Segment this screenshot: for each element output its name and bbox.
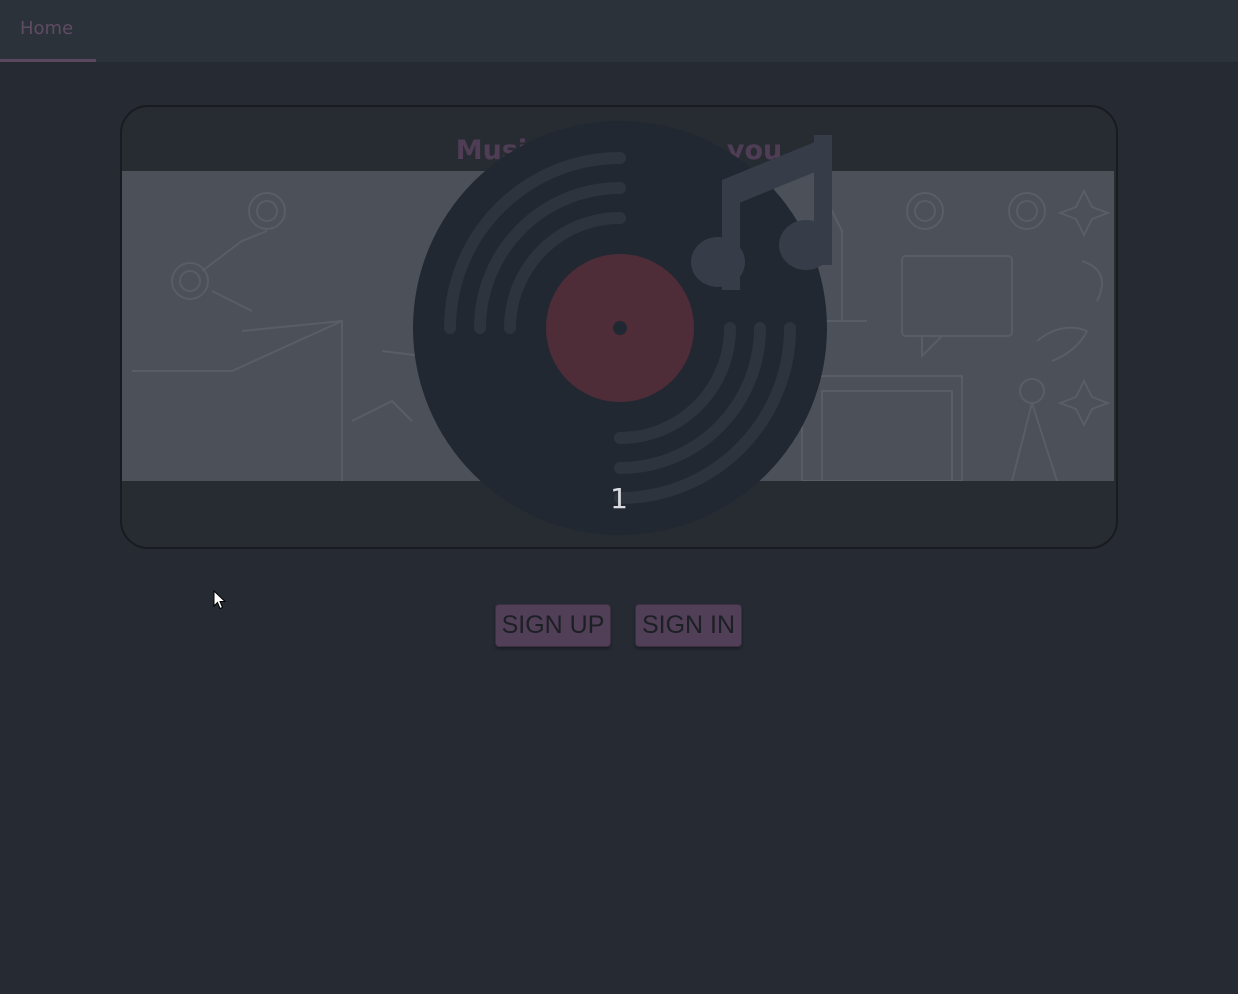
tab-home[interactable]: Home xyxy=(0,0,96,62)
mouse-cursor-icon xyxy=(213,590,227,610)
top-nav-bar: Home xyxy=(0,0,1238,63)
tab-active-indicator xyxy=(0,59,96,62)
sign-up-button[interactable]: SIGN UP xyxy=(495,604,611,647)
vinyl-record-graphic xyxy=(412,120,833,540)
hero-card: Music for you, by you xyxy=(120,105,1118,549)
sign-in-button[interactable]: SIGN IN xyxy=(635,604,742,647)
tab-home-label: Home xyxy=(20,18,74,39)
record-counter: 1 xyxy=(610,482,628,515)
